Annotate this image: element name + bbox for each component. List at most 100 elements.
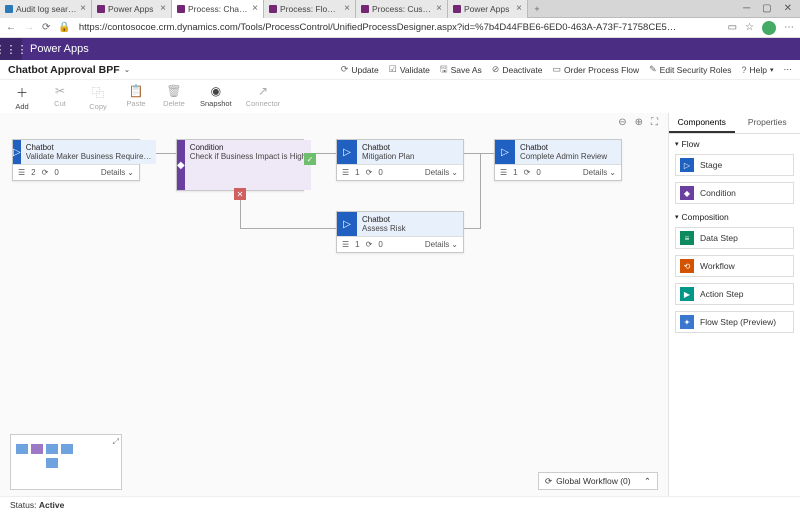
steps-icon: ☰ [18,168,25,177]
validate-button[interactable]: ☑Validate [389,62,430,78]
stage-icon: ▷ [495,140,515,164]
tab-icon [269,5,277,13]
steps-icon: ☰ [342,168,349,177]
help-button[interactable]: ?Help▾ [741,62,773,78]
details-button[interactable]: Details⌄ [101,168,134,177]
section-flow[interactable]: Flow [669,134,800,151]
delete-button[interactable]: 🗑Delete [162,84,186,111]
components-panel: Components Properties Flow ▷Stage ◆Condi… [668,113,800,496]
minimap-stage [16,444,28,454]
details-button[interactable]: Details⌄ [583,168,616,177]
browser-tab-active[interactable]: Process: Chatbot Approval× [172,0,264,18]
close-icon[interactable]: × [344,3,350,14]
component-data-step[interactable]: ≡Data Step [675,227,794,249]
condition-card[interactable]: ◆ ConditionCheck if Business Impact is H… [176,139,304,191]
favorite-icon[interactable]: ☆ [745,22,754,33]
browser-tab[interactable]: Process: Flow Approval BPF× [264,0,356,18]
minimap-stage [61,444,73,454]
browser-tab[interactable]: Power Apps× [92,0,172,18]
tab-icon [97,5,105,13]
loop-icon: ⟳ [524,168,531,177]
cut-button[interactable]: ✂Cut [48,84,72,111]
app-launcher-icon[interactable]: ⋮⋮⋮ [0,38,22,60]
deactivate-button[interactable]: ⊘Deactivate [492,62,543,78]
app-header: ⋮⋮⋮ Power Apps [0,38,800,60]
close-icon[interactable]: × [436,3,442,14]
order-process-button[interactable]: ▭Order Process Flow [553,62,640,78]
reading-icon[interactable]: ▭ [728,22,737,33]
close-icon[interactable]: × [160,3,166,14]
paste-button[interactable]: 📋Paste [124,84,148,111]
url-field[interactable]: https://contosocoe.crm.dynamics.com/Tool… [79,22,720,33]
delete-icon: 🗑 [166,84,181,98]
toolbar: ＋Add ✂Cut ⿻Copy 📋Paste 🗑Delete ◉Snapshot… [0,80,800,113]
tab-properties[interactable]: Properties [735,113,800,133]
browser-tab[interactable]: Audit log search - Security× [0,0,92,18]
stage-card[interactable]: ▷ChatbotAssess Risk ☰1⟳0Details⌄ [336,211,464,253]
chevron-down-icon: ⌄ [451,168,458,177]
app-name: Power Apps [22,43,89,55]
close-icon[interactable]: × [80,3,86,14]
order-icon: ▭ [553,64,562,75]
edit-roles-button[interactable]: ✎Edit Security Roles [649,62,731,78]
snapshot-button[interactable]: ◉Snapshot [200,84,232,111]
stage-icon: ▷ [13,140,21,164]
stage-card[interactable]: ▷ChatbotComplete Admin Review ☰1⟳0Detail… [494,139,622,181]
update-button[interactable]: ⟳Update [341,62,379,78]
component-condition[interactable]: ◆Condition [675,182,794,204]
chevron-up-icon[interactable]: ⌃ [644,476,651,487]
copy-button[interactable]: ⿻Copy [86,84,110,111]
loop-icon: ⟳ [366,168,373,177]
connector-icon: ↗ [258,84,268,98]
stage-card[interactable]: ▷ ChatbotValidate Maker Business Require… [12,139,140,181]
new-tab-button[interactable]: + [528,4,546,14]
status-bar: Status: Active [0,496,800,512]
profile-avatar[interactable] [762,21,776,35]
flow-step-icon: ✦ [680,315,694,329]
data-step-icon: ≡ [680,231,694,245]
component-workflow[interactable]: ⟲Workflow [675,255,794,277]
canvas[interactable]: ⊖ ⊕ ⛶ ▷ ChatbotValidate Maker Business R… [0,113,668,496]
section-composition[interactable]: Composition [669,207,800,224]
add-icon: ＋ [16,84,28,101]
browser-tab[interactable]: Process: Custom Connector× [356,0,448,18]
chevron-down-icon: ⌄ [609,168,616,177]
stage-card[interactable]: ▷ChatbotMitigation Plan ☰1⟳0Details⌄ [336,139,464,181]
close-icon[interactable]: × [252,3,258,14]
snapshot-icon: ◉ [211,84,221,98]
refresh-icon[interactable]: ⟳ [42,22,50,33]
tab-components[interactable]: Components [669,113,735,133]
expand-icon[interactable]: ⤢ [113,437,119,447]
roles-icon: ✎ [649,64,657,75]
save-as-button[interactable]: 🖫Save As [440,62,482,78]
minimap[interactable]: ⤢ [10,434,122,490]
status-label: Status: [10,500,36,510]
condition-no-icon: ✕ [234,188,246,200]
minimap-stage [46,444,58,454]
close-icon[interactable]: × [516,3,522,14]
loop-icon: ⟳ [42,168,49,177]
add-button[interactable]: ＋Add [10,84,34,111]
command-bar: Chatbot Approval BPF ⌄ ⟳Update ☑Validate… [0,60,800,80]
global-workflow-bar[interactable]: ⟳ Global Workflow (0) ⌃ [538,472,658,490]
minimize-icon[interactable]: ─ [743,3,750,14]
browser-tab[interactable]: Power Apps× [448,0,528,18]
details-button[interactable]: Details⌄ [425,168,458,177]
back-icon[interactable]: ← [6,22,16,33]
close-window-icon[interactable]: ✕ [784,3,792,14]
tab-icon [177,5,185,13]
component-stage[interactable]: ▷Stage [675,154,794,176]
more-icon[interactable]: ⋯ [784,22,794,33]
forward-icon[interactable]: → [24,22,34,33]
connector-button[interactable]: ↗Connector [246,84,281,111]
details-button[interactable]: Details⌄ [425,240,458,249]
chevron-down-icon[interactable]: ⌄ [124,65,131,74]
component-flow-step[interactable]: ✦Flow Step (Preview) [675,311,794,333]
minimap-stage [46,458,58,468]
save-icon: 🖫 [440,62,448,78]
maximize-icon[interactable]: ▢ [762,3,771,14]
stage-icon: ▷ [680,158,694,172]
overflow-button[interactable]: ⋯ [784,62,793,78]
component-action-step[interactable]: ▶Action Step [675,283,794,305]
browser-tabs: Audit log search - Security× Power Apps×… [0,0,800,18]
